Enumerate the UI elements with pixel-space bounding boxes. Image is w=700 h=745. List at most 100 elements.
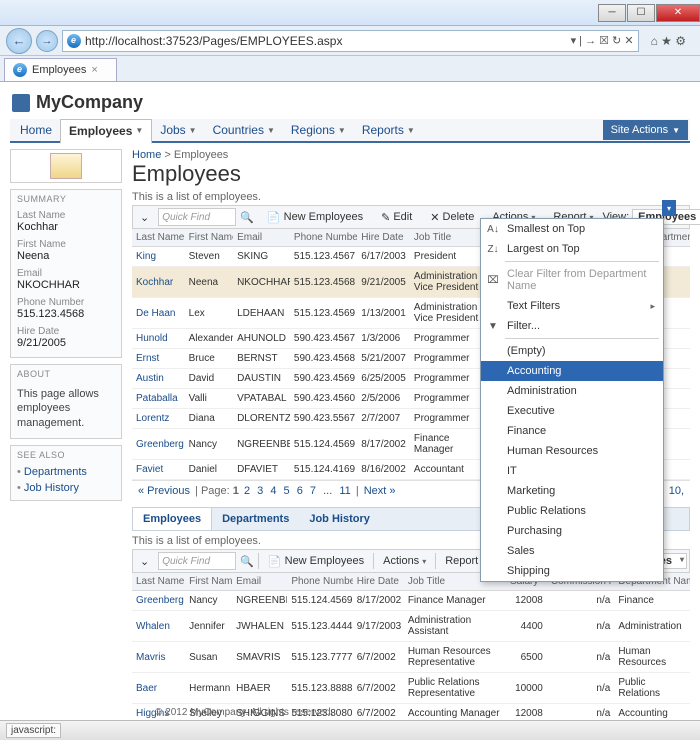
- about-box: ABOUT This page allows employees managem…: [10, 364, 122, 439]
- column-header[interactable]: Phone Number: [290, 229, 357, 247]
- pager-next[interactable]: Next »: [362, 485, 398, 497]
- ie-icon: [67, 34, 81, 48]
- pager-page[interactable]: 1: [233, 485, 239, 497]
- page-icon: [13, 63, 27, 77]
- menu-home[interactable]: Home: [12, 119, 60, 141]
- filter-menu: A↓Smallest on Top Z↓Largest on Top ⌧Clea…: [480, 218, 664, 582]
- see-also-box: SEE ALSO Departments Job History: [10, 445, 122, 501]
- sort-desc-icon: Z↓: [486, 244, 500, 255]
- chevron-down-icon[interactable]: ⌄: [135, 209, 154, 226]
- filter-value-finance[interactable]: Finance: [481, 421, 663, 441]
- subtab-employees[interactable]: Employees: [133, 508, 212, 530]
- address-tools: ▾ | → ☒ ↻ ✕: [571, 34, 634, 47]
- filter-value-sales[interactable]: Sales: [481, 541, 663, 561]
- actions-dropdown-2[interactable]: Actions ▾: [378, 553, 431, 569]
- browser-back-button[interactable]: ←: [6, 28, 32, 54]
- url-text: http://localhost:37523/Pages/EMPLOYEES.a…: [85, 34, 567, 48]
- column-header[interactable]: First Name: [185, 229, 233, 247]
- filter-value-purchasing[interactable]: Purchasing: [481, 521, 663, 541]
- filter-text-filters[interactable]: Text Filters▸: [481, 296, 663, 316]
- subtab-departments[interactable]: Departments: [212, 508, 299, 530]
- browser-forward-button[interactable]: →: [36, 30, 58, 52]
- menu-jobs[interactable]: Jobs▼: [152, 119, 204, 141]
- grid1-desc: This is a list of employees.: [132, 191, 690, 203]
- new-employees-button[interactable]: 📄 New Employees: [262, 209, 368, 226]
- status-text: javascript:: [6, 723, 61, 738]
- column-header[interactable]: Last Name: [132, 573, 185, 591]
- browser-tabs: Employees ×: [0, 56, 700, 82]
- search-icon[interactable]: 🔍: [240, 211, 254, 224]
- search-icon[interactable]: 🔍: [240, 555, 254, 568]
- filter-smallest-on-top[interactable]: A↓Smallest on Top: [481, 219, 663, 239]
- column-header[interactable]: Hire Date: [353, 573, 404, 591]
- breadcrumb: Home > Employees: [132, 149, 690, 161]
- table-row[interactable]: MavrisSusanSMAVRIS515.123.77776/7/2002Hu…: [132, 642, 690, 673]
- filter-value-it[interactable]: IT: [481, 461, 663, 481]
- filter-value-public-relations[interactable]: Public Relations: [481, 501, 663, 521]
- browser-tools[interactable]: ⌂ ★ ⚙: [643, 30, 694, 52]
- brand: MyCompany: [12, 92, 143, 113]
- summary-box: SUMMARY Last Name Kochhar First Name Nee…: [10, 189, 122, 358]
- close-tab-icon[interactable]: ×: [91, 64, 97, 76]
- filter-clear[interactable]: ⌧Clear Filter from Department Name: [481, 264, 663, 296]
- main-menu: Home Employees▼ Jobs▼ Countries▼ Regions…: [10, 119, 690, 143]
- filter-value-human-resources[interactable]: Human Resources: [481, 441, 663, 461]
- menu-regions[interactable]: Regions▼: [283, 119, 354, 141]
- new-employees-button-2[interactable]: 📄 New Employees: [263, 553, 369, 570]
- filter-largest-on-top[interactable]: Z↓Largest on Top: [481, 239, 663, 259]
- table-row[interactable]: WhalenJenniferJWHALEN515.123.44449/17/20…: [132, 611, 690, 642]
- brand-logo-icon: [12, 94, 30, 112]
- filter-value-executive[interactable]: Executive: [481, 401, 663, 421]
- menu-reports[interactable]: Reports▼: [354, 119, 423, 141]
- window-close-button[interactable]: ✕: [656, 4, 700, 22]
- funnel-icon: ▼: [486, 321, 500, 332]
- menu-countries[interactable]: Countries▼: [205, 119, 283, 141]
- pager-page[interactable]: 11: [337, 485, 352, 497]
- site-actions-button[interactable]: Site Actions▼: [603, 120, 688, 140]
- pager-page[interactable]: 3: [255, 485, 265, 497]
- column-filter-button[interactable]: ▾: [662, 200, 676, 216]
- quick-find-input-2[interactable]: Quick Find: [158, 552, 236, 570]
- menu-employees[interactable]: Employees▼: [60, 119, 152, 144]
- delete-button[interactable]: ✕ Delete: [425, 209, 479, 226]
- filter-value-shipping[interactable]: Shipping: [481, 561, 663, 581]
- breadcrumb-home[interactable]: Home: [132, 149, 161, 161]
- subtab-job-history[interactable]: Job History: [299, 508, 380, 530]
- filter-empty[interactable]: (Empty): [481, 341, 663, 361]
- see-also-departments[interactable]: Departments: [11, 464, 121, 480]
- filter-ellipsis[interactable]: ▼Filter...: [481, 316, 663, 336]
- column-header[interactable]: Phone Number: [287, 573, 352, 591]
- see-also-job-history[interactable]: Job History: [11, 480, 121, 496]
- pager-page[interactable]: 6: [295, 485, 305, 497]
- quick-find-input[interactable]: Quick Find: [158, 208, 236, 226]
- table-row[interactable]: GreenbergNancyNGREENBE515.124.45698/17/2…: [132, 591, 690, 611]
- column-header[interactable]: First Name: [185, 573, 232, 591]
- pager-page[interactable]: 4: [268, 485, 278, 497]
- pager-prev[interactable]: « Previous: [136, 485, 192, 497]
- pager-page[interactable]: 7: [308, 485, 318, 497]
- column-header[interactable]: Job Title: [410, 229, 490, 247]
- column-header[interactable]: Email: [233, 229, 290, 247]
- window-maximize-button[interactable]: ☐: [627, 4, 655, 22]
- address-bar[interactable]: http://localhost:37523/Pages/EMPLOYEES.a…: [62, 30, 639, 52]
- pager-page[interactable]: 5: [282, 485, 292, 497]
- filter-value-accounting[interactable]: Accounting: [481, 361, 663, 381]
- browser-nav-row: ← → http://localhost:37523/Pages/EMPLOYE…: [0, 26, 700, 56]
- pager-page[interactable]: 2: [242, 485, 252, 497]
- filter-value-administration[interactable]: Administration: [481, 381, 663, 401]
- filter-value-marketing[interactable]: Marketing: [481, 481, 663, 501]
- employees-subgrid: Last NameFirst NameEmailPhone NumberHire…: [132, 573, 690, 724]
- sort-asc-icon: A↓: [486, 224, 500, 235]
- chevron-down-icon[interactable]: ⌄: [135, 553, 154, 570]
- window-minimize-button[interactable]: ─: [598, 4, 626, 22]
- edit-button[interactable]: ✎ Edit: [376, 209, 417, 226]
- column-header[interactable]: Hire Date: [357, 229, 410, 247]
- sidebar-image: [10, 149, 122, 183]
- pager-page[interactable]: ...: [321, 485, 334, 497]
- column-header[interactable]: Last Name: [132, 229, 185, 247]
- table-row[interactable]: BaerHermannHBAER515.123.88886/7/2002Publ…: [132, 673, 690, 704]
- status-bar: javascript:: [0, 720, 700, 740]
- column-header[interactable]: Email: [232, 573, 287, 591]
- window-titlebar: ─ ☐ ✕: [0, 0, 700, 26]
- browser-tab-employees[interactable]: Employees ×: [4, 58, 117, 81]
